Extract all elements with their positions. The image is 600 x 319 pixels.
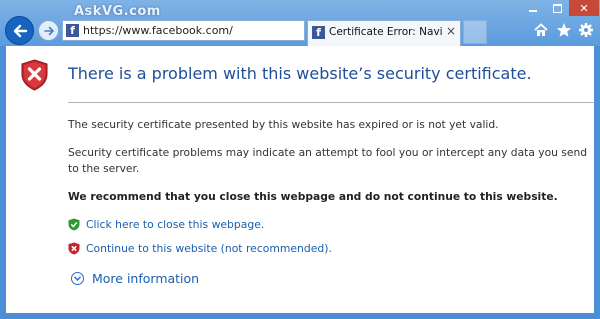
window-close-button[interactable]: ✕ <box>569 0 599 16</box>
browser-window: AskVG.com ✕ f https://www.facebook.com/ … <box>0 0 600 319</box>
continue-website-link[interactable]: Continue to this website (not recommende… <box>86 242 332 255</box>
page-content: There is a problem with this website’s s… <box>6 46 594 313</box>
back-arrow-icon <box>13 24 27 37</box>
continue-website-option[interactable]: Continue to this website (not recommende… <box>68 240 332 256</box>
new-tab-button[interactable] <box>463 20 487 44</box>
error-shield-icon <box>21 59 48 91</box>
back-button[interactable] <box>5 16 34 45</box>
check-shield-icon <box>68 218 80 230</box>
more-information-label: More information <box>92 270 200 286</box>
watermark: AskVG.com <box>74 4 161 19</box>
expired-message: The security certificate presented by th… <box>68 118 499 131</box>
forward-button[interactable] <box>38 20 59 41</box>
more-information-toggle[interactable]: More information <box>71 270 199 286</box>
address-url[interactable]: https://www.facebook.com/ <box>83 24 233 37</box>
maximize-button[interactable] <box>545 0 569 16</box>
address-bar[interactable]: f https://www.facebook.com/ <box>62 20 363 41</box>
close-webpage-option[interactable]: Click here to close this webpage. <box>68 216 264 232</box>
star-icon[interactable] <box>556 22 572 38</box>
home-icon[interactable] <box>533 22 549 38</box>
tab-title: Certificate Error: Navigation... <box>329 26 442 38</box>
chevron-down-circle-icon <box>71 271 84 285</box>
tab-close-icon[interactable]: × <box>446 24 456 38</box>
close-webpage-link[interactable]: Click here to close this webpage. <box>86 218 264 231</box>
facebook-favicon-icon: f <box>312 26 325 39</box>
forward-arrow-icon <box>43 26 54 35</box>
error-shield-small-icon <box>68 242 80 254</box>
warning-message: Security certificate problems may indica… <box>68 146 588 175</box>
page-title: There is a problem with this website’s s… <box>68 64 532 83</box>
recommendation-text: We recommend that you close this webpage… <box>68 190 558 203</box>
minimize-button[interactable] <box>521 0 545 16</box>
divider <box>68 102 594 103</box>
gear-icon[interactable] <box>578 22 594 38</box>
tab-certificate-error[interactable]: f Certificate Error: Navigation... × <box>307 20 461 46</box>
facebook-favicon-icon: f <box>66 24 79 37</box>
